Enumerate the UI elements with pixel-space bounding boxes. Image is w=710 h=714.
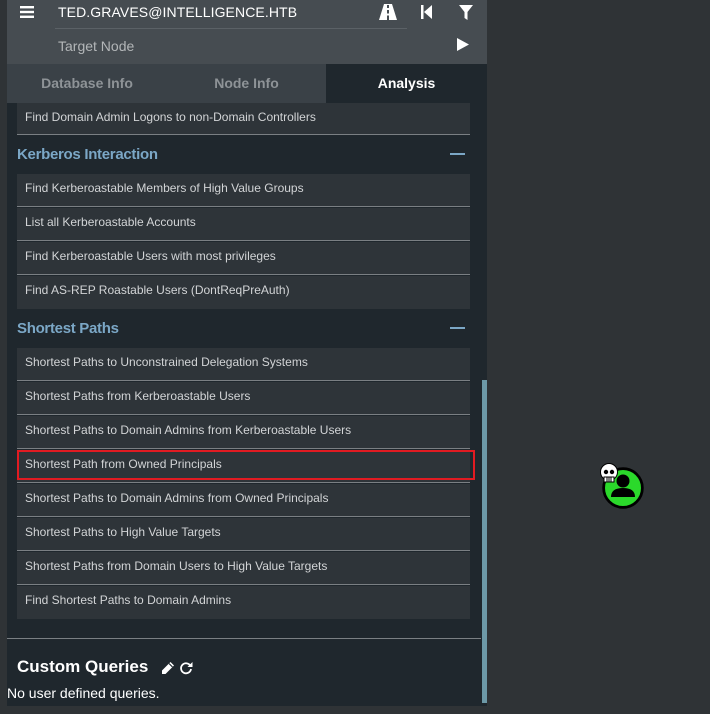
- tab-bar: Database Info Node Info Analysis: [7, 64, 487, 103]
- refresh-icon[interactable]: [179, 661, 193, 675]
- road-icon-glyph: [379, 4, 397, 20]
- query-item[interactable]: Shortest Paths to High Value Targets: [17, 518, 470, 551]
- back-icon[interactable]: [417, 2, 437, 22]
- menu-icon-glyph: [20, 6, 34, 18]
- query-item[interactable]: Shortest Paths to Domain Admins from Own…: [17, 484, 470, 517]
- filter-icon-glyph: [459, 4, 473, 20]
- user-node-glyph: [600, 463, 644, 509]
- search-header: TED.GRAVES@INTELLIGENCE.HTB Target Node: [7, 0, 487, 64]
- custom-queries-actions: [161, 660, 195, 676]
- query-item[interactable]: Find AS-REP Roastable Users (DontReqPreA…: [17, 276, 470, 309]
- menu-icon[interactable]: [17, 3, 37, 23]
- query-item[interactable]: Shortest Paths to Domain Admins from Ker…: [17, 416, 470, 449]
- filter-icon[interactable]: [456, 2, 476, 22]
- query-item-owned-principals[interactable]: Shortest Path from Owned Principals: [17, 450, 470, 483]
- input-underline: [55, 28, 407, 29]
- section-title-shortest-paths: Shortest Paths: [17, 320, 119, 337]
- query-item[interactable]: Shortest Paths from Domain Users to High…: [17, 552, 470, 585]
- query-item[interactable]: Shortest Paths to Unconstrained Delegati…: [17, 348, 470, 381]
- user-node-icon[interactable]: [598, 462, 644, 510]
- play-icon[interactable]: [457, 38, 473, 54]
- target-node-input[interactable]: Target Node: [58, 38, 134, 54]
- start-node-input[interactable]: TED.GRAVES@INTELLIGENCE.HTB: [58, 4, 297, 20]
- query-item[interactable]: Shortest Paths from Kerberoastable Users: [17, 382, 470, 415]
- query-item[interactable]: Find Shortest Paths to Domain Admins: [17, 586, 470, 619]
- query-item[interactable]: List all Kerberoastable Accounts: [17, 208, 470, 241]
- road-icon[interactable]: [378, 2, 398, 22]
- query-item[interactable]: Find Kerberoastable Members of High Valu…: [17, 174, 470, 207]
- analysis-content: Find Domain Admin Logons to non-Domain C…: [7, 103, 481, 706]
- collapse-icon[interactable]: [450, 327, 465, 329]
- collapse-icon[interactable]: [450, 153, 465, 155]
- section-title-kerberos: Kerberos Interaction: [17, 146, 158, 163]
- scrollbar-thumb[interactable]: [482, 380, 487, 703]
- custom-queries-title: Custom Queries: [17, 657, 149, 676]
- tab-node-info[interactable]: Node Info: [167, 64, 326, 103]
- back-icon-glyph: [421, 5, 432, 19]
- no-queries-text: No user defined queries.: [7, 685, 160, 701]
- query-item[interactable]: Find Kerberoastable Users with most priv…: [17, 242, 470, 275]
- start-node-row: TED.GRAVES@INTELLIGENCE.HTB: [7, 0, 487, 29]
- sidebar-panel: TED.GRAVES@INTELLIGENCE.HTB Target Node …: [7, 0, 487, 706]
- tab-analysis[interactable]: Analysis: [326, 64, 487, 103]
- query-item[interactable]: Find Domain Admin Logons to non-Domain C…: [17, 103, 470, 135]
- play-icon-glyph: [457, 38, 469, 51]
- pencil-icon[interactable]: [161, 661, 175, 675]
- tab-database-info[interactable]: Database Info: [7, 64, 167, 103]
- section-divider: [7, 638, 481, 639]
